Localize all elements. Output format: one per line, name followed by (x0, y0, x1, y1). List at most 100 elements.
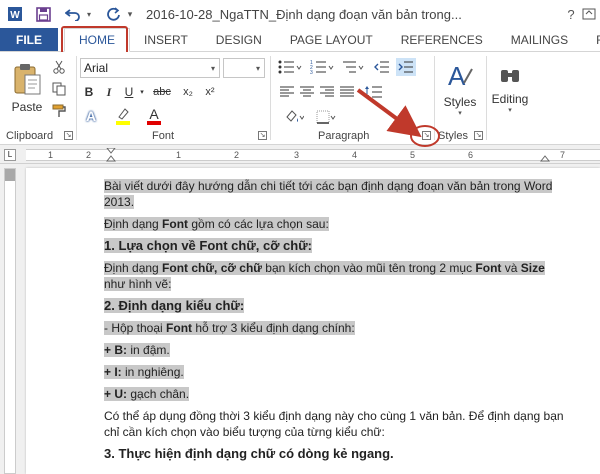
svg-text:3: 3 (310, 70, 313, 74)
underline-button[interactable]: U (120, 83, 138, 101)
tab-review[interactable]: REVI (582, 28, 600, 51)
borders-button[interactable] (314, 108, 338, 126)
styles-button[interactable]: A Styles ▾ (440, 58, 480, 120)
bold-button[interactable]: B (80, 83, 98, 101)
ruler-number: 5 (410, 150, 416, 160)
cut-icon[interactable] (50, 58, 68, 76)
underline-dropdown-icon[interactable]: ▾ (138, 83, 146, 101)
right-indent-marker[interactable] (540, 152, 550, 162)
ruler-number: 2 (234, 150, 240, 160)
line-spacing-button[interactable] (362, 83, 386, 101)
paragraph-launcher-icon[interactable]: ↘ (422, 131, 431, 140)
text-effects-button[interactable]: A (82, 106, 100, 126)
word-app-icon[interactable]: W (4, 3, 26, 25)
tab-home[interactable]: HOME (64, 28, 130, 52)
bullets-button[interactable] (276, 58, 304, 76)
ribbon-home: Paste Clipboard ↘ Arial ▾ ▾ B I U ▾ abc … (0, 52, 600, 145)
undo-icon[interactable] (62, 3, 84, 25)
paste-button[interactable]: Paste (8, 58, 46, 118)
clipboard-icon (14, 64, 41, 95)
paste-label: Paste (11, 100, 43, 114)
editing-button[interactable]: Editing ▾ (490, 58, 530, 120)
customize-qat-icon[interactable]: ▾ (124, 3, 136, 25)
font-name-dropdown-icon[interactable]: ▾ (207, 64, 219, 73)
decrease-indent-button[interactable] (372, 58, 392, 76)
align-left-button[interactable] (278, 83, 296, 101)
title-bar: W ▾ ▾ 2016-10-28_NgaTTN_Định dạng đoạn v… (0, 0, 600, 28)
save-icon[interactable] (32, 3, 54, 25)
svg-text:W: W (10, 10, 20, 21)
strikethrough-button[interactable]: abc (150, 83, 174, 101)
ruler-track: 1 2 1 2 3 4 5 6 7 (26, 148, 600, 162)
undo-dropdown-icon[interactable]: ▾ (84, 3, 94, 25)
ruler-number: 6 (468, 150, 474, 160)
left-indent-marker[interactable] (106, 148, 116, 162)
tab-page-layout[interactable]: PAGE LAYOUT (276, 28, 387, 51)
paragraph-font-dialog: - Hộp thoại Font hỗ trợ 3 kiểu định dạng… (104, 321, 355, 335)
styles-label: Styles (443, 95, 477, 109)
copy-icon[interactable] (50, 80, 68, 98)
font-size-combo[interactable]: ▾ (223, 58, 265, 78)
tab-design[interactable]: DESIGN (202, 28, 276, 51)
redo-icon[interactable] (102, 3, 124, 25)
clipboard-launcher-icon[interactable]: ↘ (64, 131, 73, 140)
tab-file[interactable]: FILE (0, 28, 58, 51)
font-launcher-icon[interactable]: ↘ (258, 131, 267, 140)
heading-1: 1. Lựa chọn về Font chữ, cỡ chữ: (104, 238, 312, 253)
paragraph-group-label: Paragraph (318, 130, 370, 142)
ruler-number: 3 (294, 150, 300, 160)
tab-selector[interactable]: L (4, 149, 16, 161)
align-center-button[interactable] (298, 83, 316, 101)
svg-text:A: A (448, 61, 466, 91)
format-painter-icon[interactable] (50, 102, 68, 120)
editing-label: Editing (491, 92, 529, 106)
styles-launcher-icon[interactable]: ↘ (474, 131, 483, 140)
font-name-combo[interactable]: Arial ▾ (80, 58, 220, 78)
highlighter-icon (116, 108, 130, 125)
list-item-underline: + U: gạch chân. (104, 387, 190, 401)
shading-button[interactable] (282, 108, 306, 126)
ruler-number: 4 (352, 150, 358, 160)
ruler-number: 2 (86, 150, 92, 160)
list-item-bold: + B: in đậm. (104, 343, 170, 357)
binoculars-icon (501, 70, 519, 82)
text-effects-icon: A (85, 108, 97, 124)
numbering-button[interactable]: 123 (308, 58, 336, 76)
subscript-button[interactable]: x₂ (178, 83, 198, 101)
multilevel-list-button[interactable] (340, 58, 368, 76)
ribbon-tabs: FILE HOME INSERT DESIGN PAGE LAYOUT REFE… (0, 28, 600, 52)
styles-group-label: Styles (438, 130, 468, 142)
ruler-number: 1 (176, 150, 182, 160)
justify-button[interactable] (338, 83, 356, 101)
clipboard-group-label: Clipboard (6, 130, 54, 142)
ruler-number: 7 (560, 150, 566, 160)
list-item-italic: + I: in nghiêng. (104, 365, 184, 379)
font-color-button[interactable]: A (144, 106, 164, 126)
paragraph-combine: Có thể áp dụng đồng thời 3 kiểu định dạn… (104, 409, 564, 439)
font-name-value: Arial (84, 61, 109, 75)
styles-icon: A (448, 61, 473, 91)
heading-2: 2. Định dạng kiểu chữ: (104, 298, 245, 313)
heading-3: 3. Thực hiện định dạng chữ có dòng kẻ ng… (104, 446, 394, 461)
ribbon-display-options-icon[interactable] (578, 3, 600, 25)
document-title: 2016-10-28_NgaTTN_Định dạng đoạn văn bản… (146, 6, 462, 22)
font-group-label: Font (152, 130, 175, 142)
font-size-dropdown-icon[interactable]: ▾ (252, 64, 264, 73)
document-page[interactable]: Bài viết dưới đây hướng dẫn chi tiết tới… (26, 168, 600, 474)
italic-button[interactable]: I (100, 83, 118, 101)
tab-mailings[interactable]: MAILINGS (497, 28, 582, 51)
font-color-icon: A (149, 106, 159, 122)
paragraph-font-size: Định dạng Font chữ, cỡ chữ bạn kích chọn… (104, 261, 545, 291)
tab-insert[interactable]: INSERT (130, 28, 202, 51)
increase-indent-button[interactable] (396, 58, 416, 76)
paragraph-font-options: Định dạng Font gồm có các lựa chọn sau: (104, 217, 329, 231)
ruler-number: 1 (48, 150, 54, 160)
document-body[interactable]: Bài viết dưới đây hướng dẫn chi tiết tới… (104, 178, 564, 468)
highlight-color-button[interactable] (112, 106, 134, 126)
vertical-ruler[interactable] (4, 168, 16, 474)
tab-references[interactable]: REFERENCES (387, 28, 497, 51)
superscript-button[interactable]: x² (200, 83, 220, 101)
paragraph-intro: Bài viết dưới đây hướng dẫn chi tiết tới… (104, 179, 553, 209)
horizontal-ruler[interactable]: L 1 2 1 2 3 4 5 6 7 (0, 146, 600, 164)
align-right-button[interactable] (318, 83, 336, 101)
